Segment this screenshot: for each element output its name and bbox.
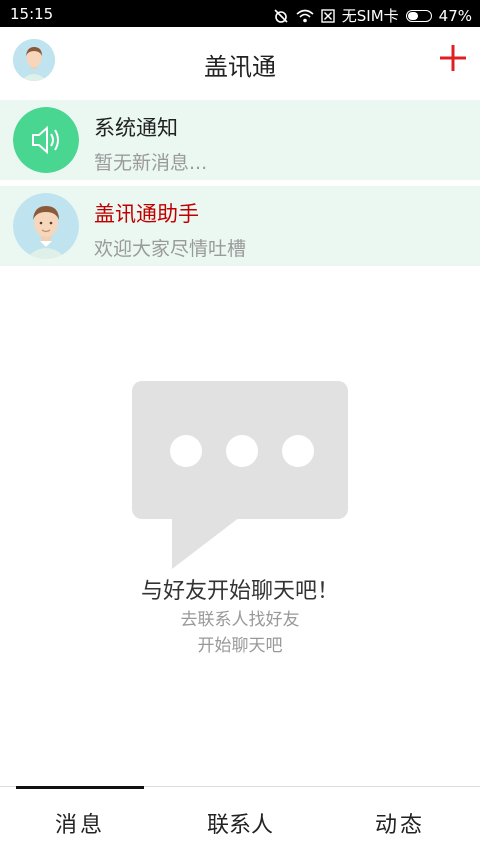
- empty-state-hint-2: 开始聊天吧: [197, 636, 283, 656]
- alarm-off-icon: [273, 8, 289, 24]
- conversation-name: 系统通知: [94, 116, 178, 140]
- tab-messages[interactable]: 消息: [0, 807, 160, 839]
- sim-status-label: 无SIM卡: [341, 7, 399, 25]
- conversation-item-system[interactable]: 系统通知 暂无新消息...: [0, 100, 480, 180]
- conversation-item-assistant[interactable]: 盖讯通助手 欢迎大家尽情吐槽: [0, 186, 480, 266]
- wifi-icon: [296, 9, 314, 23]
- page-title: 盖讯通: [204, 53, 276, 81]
- app-header: 盖讯通: [0, 27, 480, 97]
- empty-state-title: 与好友开始聊天吧！: [140, 579, 339, 604]
- tab-contacts[interactable]: 联系人: [160, 807, 320, 839]
- bottom-nav: 消息 联系人 动态: [0, 786, 480, 854]
- conversation-preview: 暂无新消息...: [94, 152, 208, 174]
- tab-moments[interactable]: 动态: [320, 807, 480, 839]
- status-icons: 无SIM卡 47%: [273, 5, 472, 26]
- no-sim-icon: [321, 8, 335, 23]
- avatar: [13, 193, 79, 259]
- status-time: 15:15: [10, 5, 54, 23]
- status-bar: 15:15 无SIM卡 47%: [0, 0, 480, 27]
- speaker-icon: [13, 107, 79, 173]
- active-tab-indicator: [16, 786, 144, 789]
- battery-percent: 47%: [438, 6, 472, 25]
- conversation-name: 盖讯通助手: [94, 202, 199, 226]
- empty-state-hint: 去联系人找好友: [180, 610, 300, 630]
- battery-icon: [405, 9, 432, 22]
- chat-bubble-icon: [132, 381, 348, 571]
- plus-icon[interactable]: [440, 45, 466, 71]
- conversation-preview: 欢迎大家尽情吐槽: [94, 238, 247, 260]
